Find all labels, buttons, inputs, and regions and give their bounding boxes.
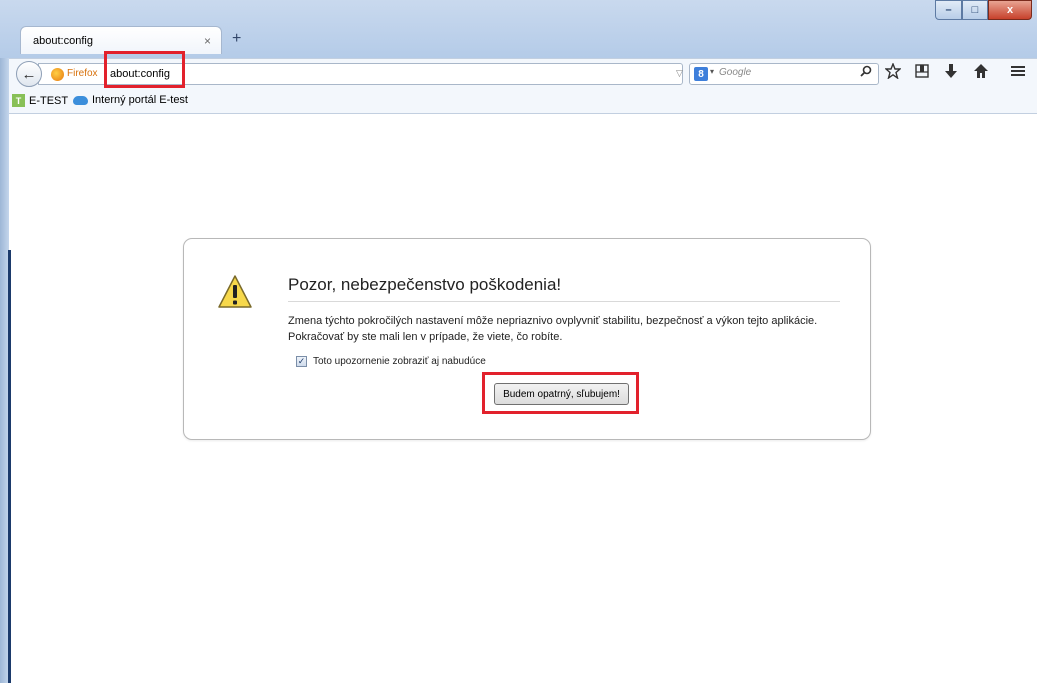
history-dropmarker-icon[interactable]: ▽ (676, 68, 683, 79)
search-bar[interactable]: 8 ▾ Google (689, 63, 879, 85)
tab-about-config[interactable]: about:config × (20, 26, 222, 54)
checkbox-label[interactable]: Toto upozornenie zobraziť aj nabudúce (313, 356, 486, 367)
window-controls: – □ x (935, 0, 1032, 22)
firefox-icon (51, 68, 64, 81)
star-icon[interactable] (884, 62, 902, 84)
close-window-button[interactable]: x (988, 0, 1032, 20)
url-annotation-highlight (104, 51, 185, 88)
bookmarks-menu-icon[interactable] (914, 63, 930, 84)
show-warning-checkbox[interactable]: ✓ (296, 356, 307, 367)
maximize-button[interactable]: □ (962, 0, 988, 20)
bookmark-label: E-TEST (29, 94, 69, 107)
google-search-engine-icon[interactable]: 8 (694, 67, 708, 81)
bookmark-e-test[interactable]: T E-TEST (12, 94, 68, 107)
minimize-button[interactable]: – (935, 0, 962, 20)
window-edge-accent (8, 250, 11, 683)
e-test-favicon-icon: T (12, 94, 25, 107)
new-tab-button[interactable]: + (232, 30, 241, 48)
back-button[interactable]: ← (16, 61, 42, 87)
identity-label[interactable]: Firefox (67, 68, 98, 79)
tab-close-icon[interactable]: × (204, 34, 211, 48)
downloads-icon[interactable] (943, 63, 959, 84)
warning-icon (218, 275, 252, 308)
bookmarks-toolbar: T E-TEST Interný portál E-test (9, 90, 1037, 114)
tab-title: about:config (33, 34, 93, 47)
dialog-warning-text: Zmena týchto pokročilých nastavení môže … (288, 315, 818, 343)
button-annotation-highlight (482, 372, 639, 414)
search-placeholder: Google (719, 67, 752, 78)
search-engine-dropdown-icon[interactable]: ▾ (710, 67, 714, 76)
show-warning-next-time[interactable]: ✓ Toto upozornenie zobraziť aj nabudúce (296, 356, 486, 367)
dialog-title: Pozor, nebezpečenstvo poškodenia! (288, 275, 840, 302)
search-go-icon[interactable] (860, 65, 872, 80)
cloud-icon (73, 95, 88, 105)
bookmark-label: Interný portál E-test (92, 94, 188, 106)
home-icon[interactable] (973, 63, 989, 84)
bookmark-interny-portal[interactable]: Interný portál E-test (73, 94, 188, 106)
menu-icon[interactable] (1010, 63, 1026, 84)
